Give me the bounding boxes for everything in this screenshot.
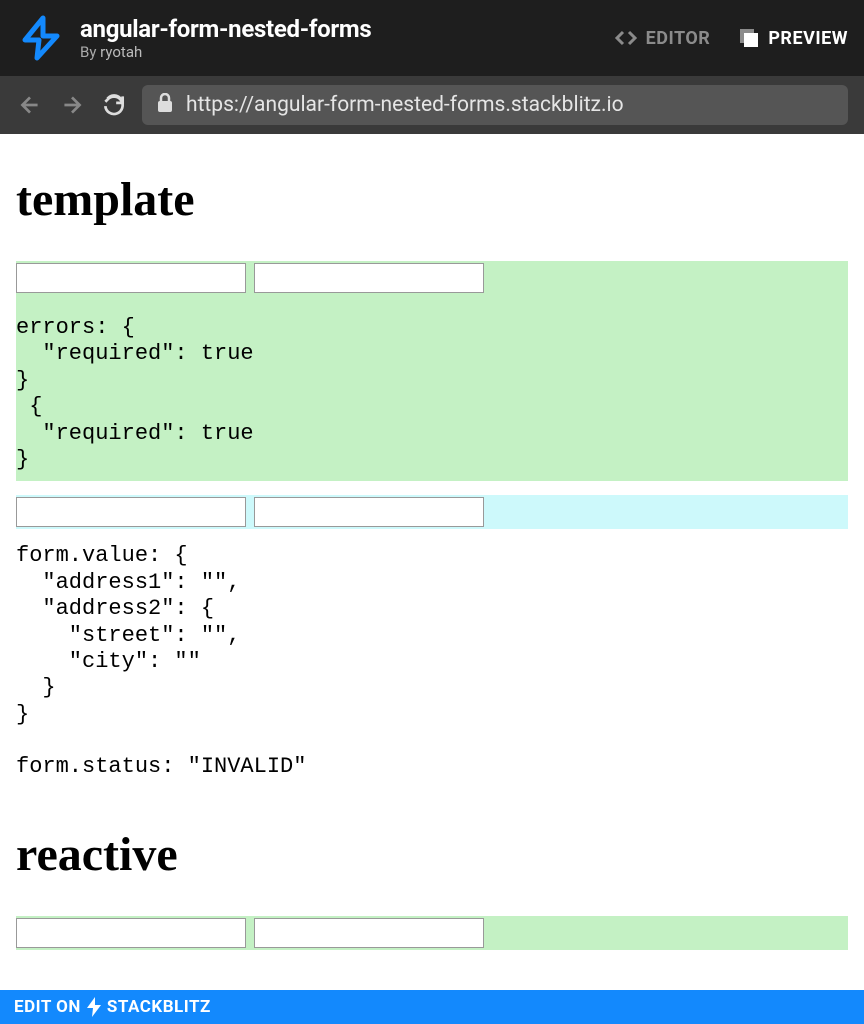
preview-tab-label: PREVIEW <box>768 28 848 49</box>
url-bar: https://angular-form-nested-forms.stackb… <box>0 76 864 134</box>
preview-tab[interactable]: PREVIEW <box>738 27 848 49</box>
reactive-form-block <box>16 916 848 950</box>
template-input-4[interactable] <box>254 497 484 527</box>
reactive-input-1[interactable] <box>16 918 246 948</box>
footer-bar[interactable]: EDIT ON STACKBLITZ <box>0 990 864 1024</box>
reactive-input-2[interactable] <box>254 918 484 948</box>
template-input-2[interactable] <box>254 263 484 293</box>
template-formvalue-output: form.value: { "address1": "", "address2"… <box>16 529 848 789</box>
stackblitz-logo-icon[interactable] <box>16 13 66 63</box>
refresh-button[interactable] <box>100 91 128 119</box>
editor-tab[interactable]: EDITOR <box>614 26 711 50</box>
code-icon <box>614 26 638 50</box>
byline: By ryotah <box>80 43 371 61</box>
byline-prefix: By <box>80 43 100 61</box>
title-block: angular-form-nested-forms By ryotah <box>80 15 371 61</box>
url-text: https://angular-form-nested-forms.stackb… <box>186 93 624 117</box>
window-icon <box>738 27 760 49</box>
template-inputs-row-2 <box>16 495 848 529</box>
template-input-1[interactable] <box>16 263 246 293</box>
spacer <box>16 481 848 495</box>
reactive-heading: reactive <box>16 827 848 882</box>
app-header: angular-form-nested-forms By ryotah EDIT… <box>0 0 864 76</box>
header-left: angular-form-nested-forms By ryotah <box>16 13 371 63</box>
header-right: EDITOR PREVIEW <box>614 26 848 50</box>
template-form-errors-block: errors: { "required": true } { "required… <box>16 261 848 481</box>
editor-tab-label: EDITOR <box>646 28 711 49</box>
bolt-icon <box>87 997 101 1017</box>
template-inputs-row-1 <box>16 261 848 295</box>
project-title: angular-form-nested-forms <box>80 15 371 43</box>
lock-icon <box>156 93 174 117</box>
footer-brand: STACKBLITZ <box>107 997 211 1017</box>
template-errors-output: errors: { "required": true } { "required… <box>16 295 848 481</box>
forward-button[interactable] <box>58 91 86 119</box>
template-input-3[interactable] <box>16 497 246 527</box>
template-heading: template <box>16 172 848 227</box>
footer-editon: EDIT ON <box>14 997 81 1017</box>
reactive-inputs-row-1 <box>16 916 848 950</box>
author-link[interactable]: ryotah <box>100 43 142 61</box>
url-field[interactable]: https://angular-form-nested-forms.stackb… <box>142 85 848 125</box>
back-button[interactable] <box>16 91 44 119</box>
template-form-value-block: form.value: { "address1": "", "address2"… <box>16 495 848 789</box>
preview-content[interactable]: template errors: { "required": true } { … <box>0 134 864 990</box>
